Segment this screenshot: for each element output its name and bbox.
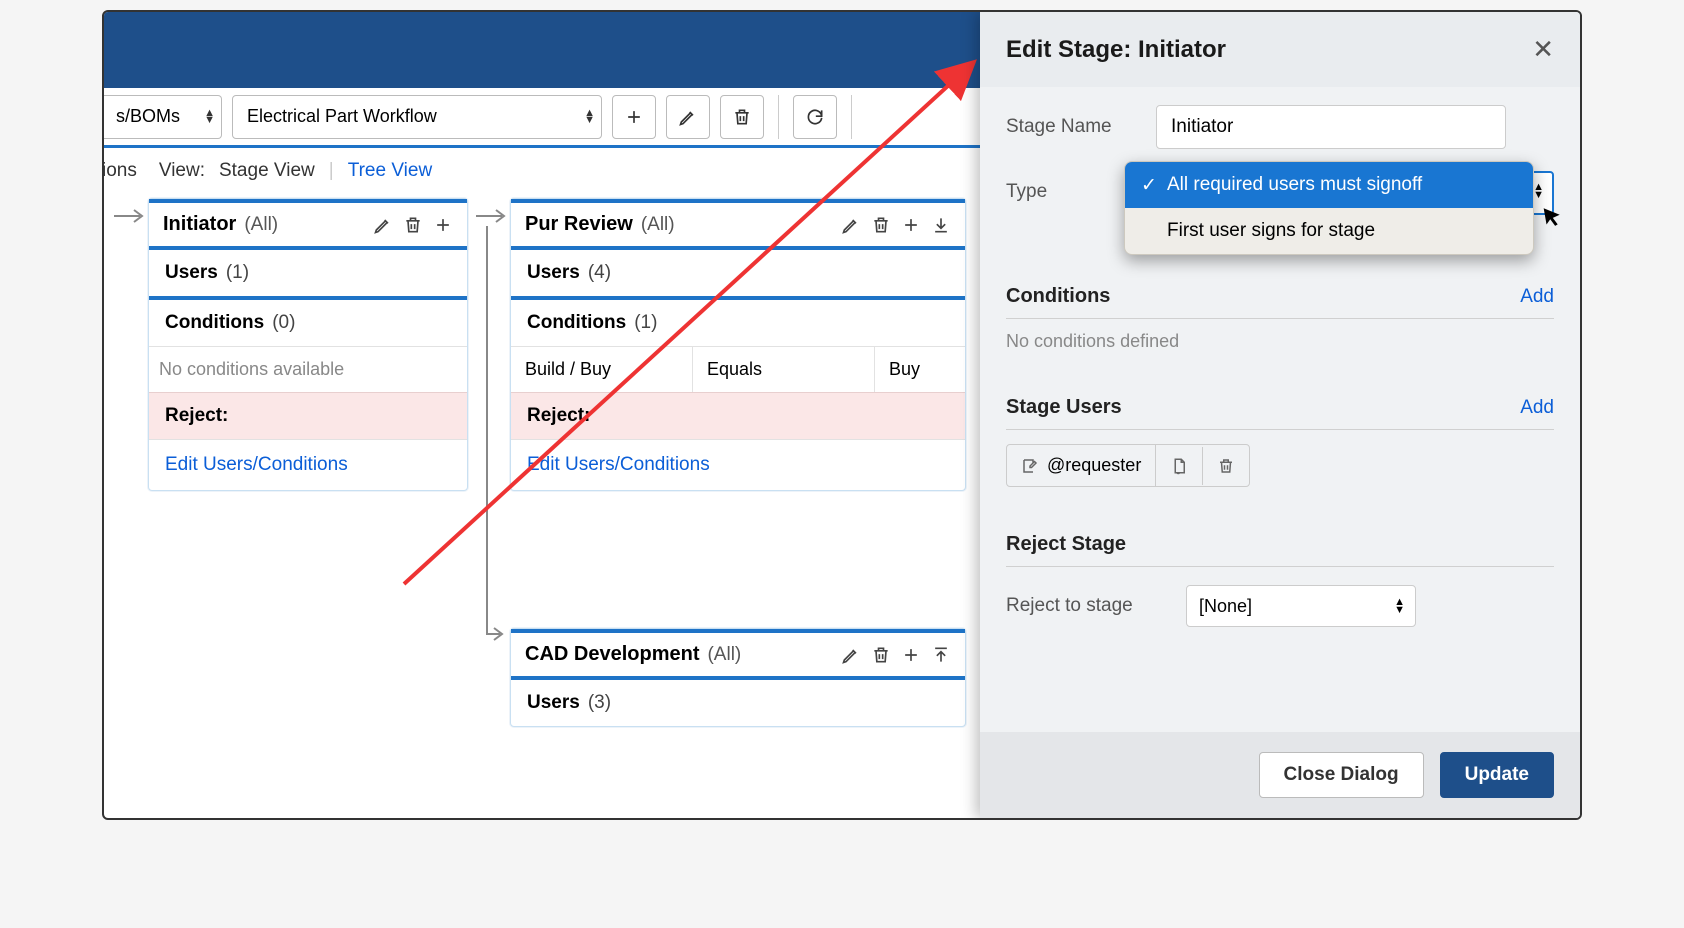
users-count: (4) — [588, 262, 611, 284]
workflow-select[interactable]: Electrical Part Workflow ▲▼ — [232, 95, 602, 139]
stage-title: Initiator — [163, 213, 236, 236]
type-label: Type — [1006, 171, 1124, 203]
upload-icon[interactable] — [931, 645, 951, 665]
pencil-icon — [678, 107, 698, 127]
stage-title: CAD Development — [525, 643, 699, 666]
edit-users-conditions-link[interactable]: Edit Users/Conditions — [149, 439, 467, 490]
reject-label: Reject: — [511, 392, 965, 439]
plus-icon[interactable] — [901, 215, 921, 235]
trash-icon[interactable] — [403, 215, 423, 235]
stage-name-label: Stage Name — [1006, 116, 1156, 138]
stage-users-heading: Stage Users — [1006, 396, 1122, 419]
type-dropdown: All required users must signoff First us… — [1124, 161, 1534, 255]
pencil-icon[interactable] — [841, 645, 861, 665]
trash-icon[interactable] — [871, 645, 891, 665]
stage-card-pur-review: Pur Review (All) Users(4) Conditions(1) … — [510, 198, 966, 491]
edit-button[interactable] — [666, 95, 710, 139]
pencil-icon[interactable] — [373, 215, 393, 235]
add-user-link[interactable]: Add — [1520, 397, 1554, 419]
panel-title: Edit Stage: Initiator — [1006, 36, 1226, 64]
view-label: View: — [159, 160, 205, 182]
stage-policy-tag: (All) — [641, 214, 675, 236]
condition-row: Build / Buy Equals Buy — [511, 346, 965, 392]
stage-view-tab[interactable]: Stage View — [219, 160, 315, 182]
arrow-right-icon — [476, 206, 510, 226]
trash-icon[interactable] — [871, 215, 891, 235]
reject-label: Reject: — [149, 392, 467, 439]
edit-note-icon — [1021, 457, 1039, 475]
tab-partial[interactable]: ions — [102, 160, 137, 182]
users-count: (1) — [226, 262, 249, 284]
stage-name-input[interactable] — [1156, 105, 1506, 149]
chevron-up-down-icon: ▲▼ — [584, 110, 595, 124]
refresh-icon — [805, 107, 825, 127]
reject-to-select[interactable]: [None] ▲▼ — [1186, 585, 1416, 627]
divider — [778, 95, 779, 139]
pencil-icon[interactable] — [841, 215, 861, 235]
condition-operator: Equals — [693, 347, 875, 392]
conditions-count: (1) — [634, 312, 657, 334]
condition-value: Buy — [875, 347, 965, 392]
stage-title: Pur Review — [525, 213, 633, 236]
type-option-all-required[interactable]: All required users must signoff — [1125, 162, 1533, 208]
module-select[interactable]: s/BOMs ▲▼ — [102, 95, 222, 139]
cursor-icon — [1540, 203, 1567, 234]
reject-stage-heading: Reject Stage — [1006, 533, 1126, 556]
trash-icon — [732, 107, 752, 127]
conditions-heading: Conditions — [1006, 285, 1110, 308]
divider — [851, 95, 852, 139]
refresh-button[interactable] — [793, 95, 837, 139]
users-label: Users — [165, 262, 218, 284]
reject-to-value: [None] — [1199, 596, 1252, 617]
update-button[interactable]: Update — [1440, 752, 1554, 798]
condition-field: Build / Buy — [511, 347, 693, 392]
connector-line — [482, 226, 506, 646]
arrow-right-icon — [114, 206, 148, 226]
users-count: (3) — [588, 692, 611, 714]
type-option-first-user[interactable]: First user signs for stage — [1125, 208, 1533, 254]
delete-button[interactable] — [720, 95, 764, 139]
conditions-count: (0) — [272, 312, 295, 334]
users-label: Users — [527, 262, 580, 284]
conditions-empty-note: No conditions defined — [1006, 319, 1554, 356]
document-icon — [1170, 457, 1188, 475]
user-document-button[interactable] — [1156, 447, 1203, 485]
module-select-text: s/BOMs — [116, 106, 180, 127]
workflow-select-text: Electrical Part Workflow — [247, 106, 437, 127]
add-button[interactable] — [612, 95, 656, 139]
plus-icon — [624, 107, 644, 127]
stage-policy-tag: (All) — [707, 644, 741, 666]
download-icon[interactable] — [931, 215, 951, 235]
edit-users-conditions-link[interactable]: Edit Users/Conditions — [511, 439, 965, 490]
tree-view-tab[interactable]: Tree View — [348, 160, 432, 182]
chevron-up-down-icon: ▲▼ — [1394, 598, 1405, 614]
edit-stage-panel: Edit Stage: Initiator ✕ Stage Name Type … — [980, 12, 1580, 818]
conditions-label: Conditions — [165, 312, 264, 334]
users-label: Users — [527, 692, 580, 714]
conditions-label: Conditions — [527, 312, 626, 334]
chevron-up-down-icon: ▲▼ — [204, 110, 215, 124]
user-name: @requester — [1047, 455, 1141, 476]
plus-icon[interactable] — [433, 215, 453, 235]
conditions-empty: No conditions available — [149, 346, 467, 392]
plus-icon[interactable] — [901, 645, 921, 665]
close-icon[interactable]: ✕ — [1532, 34, 1554, 65]
trash-icon — [1217, 457, 1235, 475]
user-edit-button[interactable]: @requester — [1007, 445, 1156, 486]
add-condition-link[interactable]: Add — [1520, 286, 1554, 308]
stage-card-cad-development: CAD Development (All) Users (3) — [510, 628, 966, 727]
stage-card-initiator: Initiator (All) Users (1) Conditions (0) N… — [148, 198, 468, 491]
stage-user-chip: @requester — [1006, 444, 1250, 487]
user-delete-button[interactable] — [1203, 447, 1249, 485]
close-dialog-button[interactable]: Close Dialog — [1259, 752, 1424, 798]
reject-to-label: Reject to stage — [1006, 595, 1186, 617]
stage-policy-tag: (All) — [244, 214, 278, 236]
